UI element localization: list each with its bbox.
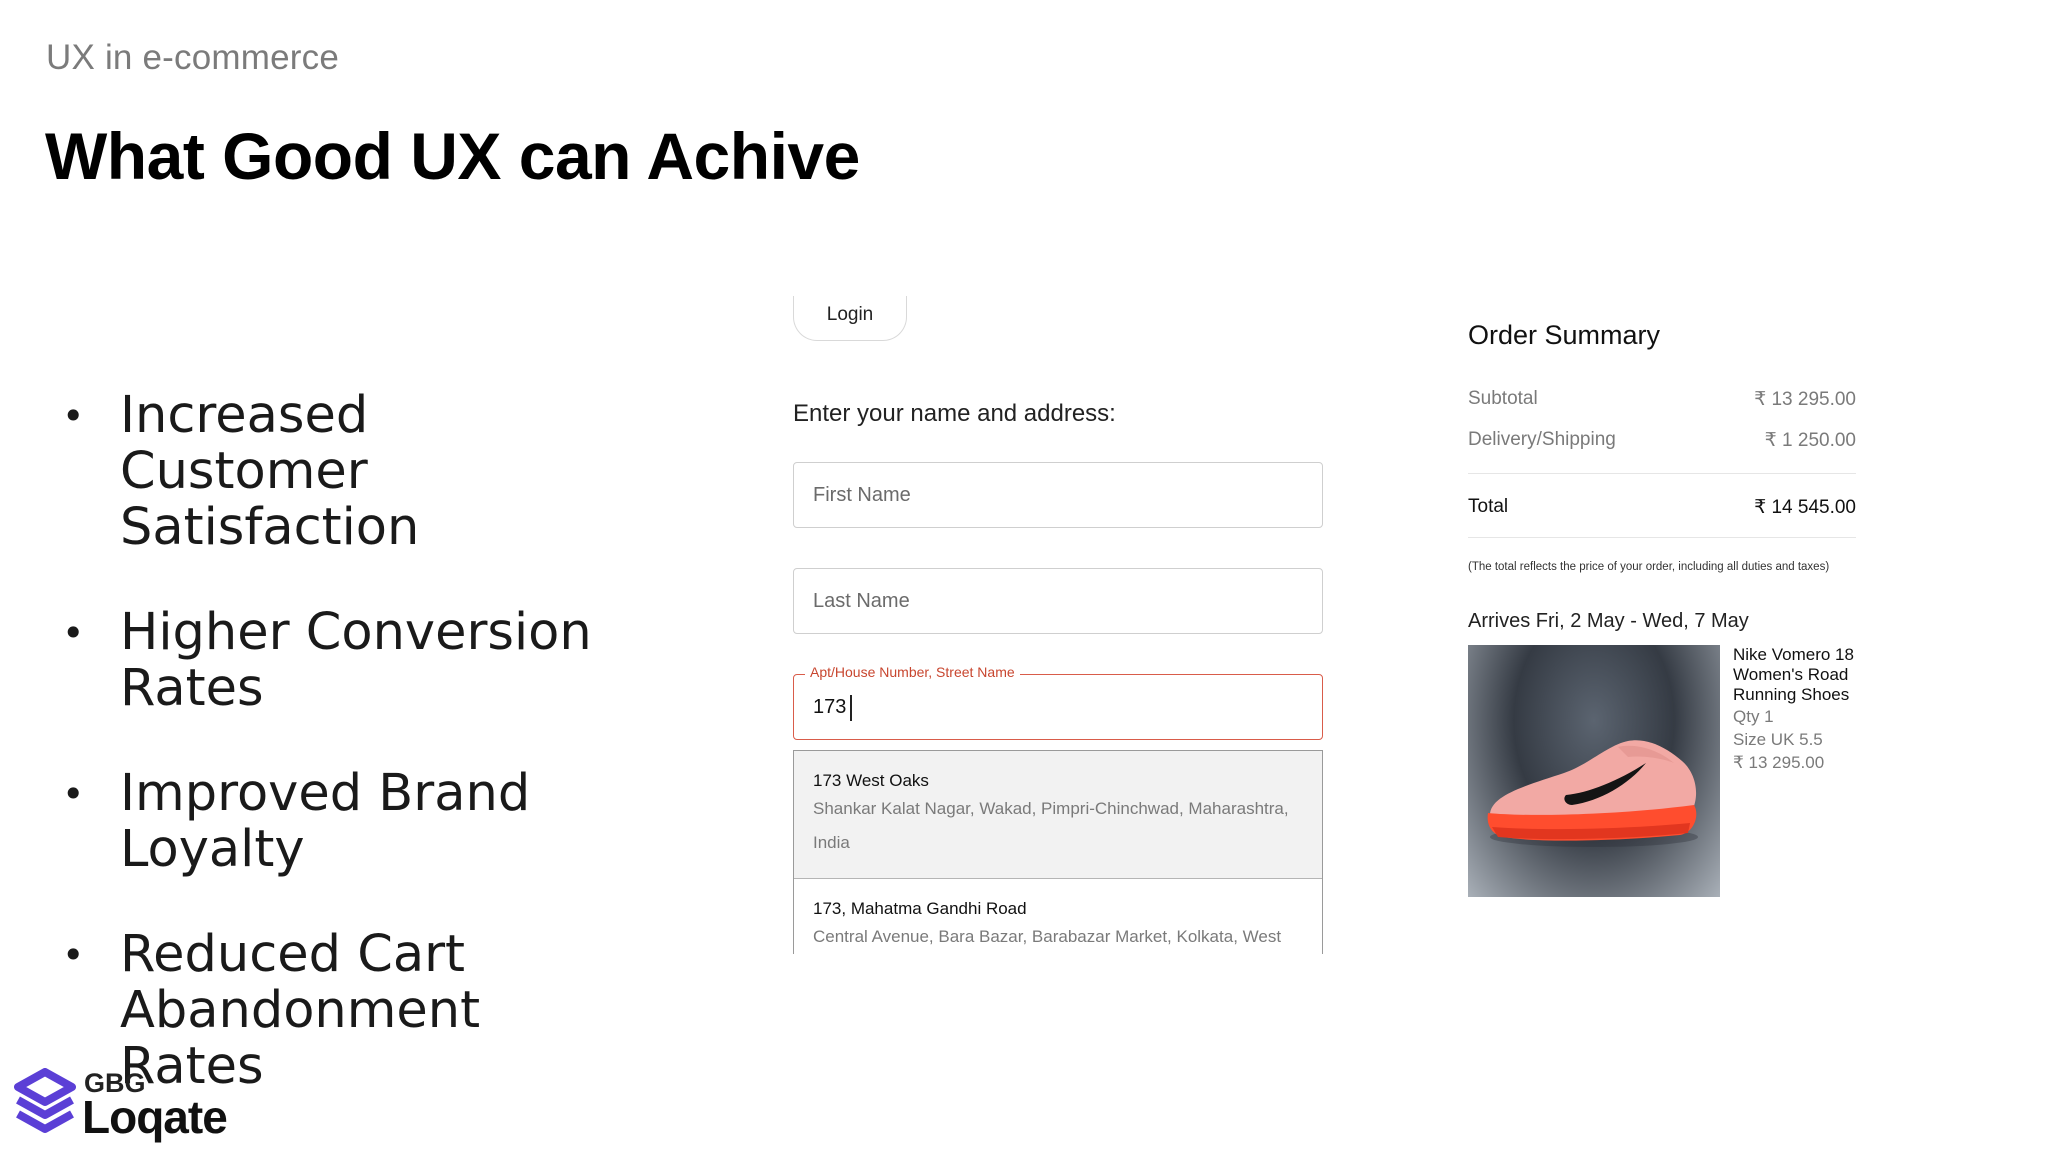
divider [1468,537,1856,538]
bullet-dot: • [62,933,85,977]
delivery-label: Delivery/Shipping [1468,429,1616,450]
bullet-dot: • [62,611,85,655]
bullet-dot: • [62,772,85,816]
delivery-value: ₹ 1 250.00 [1764,430,1856,451]
suggestion-item[interactable]: 173 West Oaks Shankar Kalat Nagar, Wakad… [794,751,1322,879]
product-image [1468,645,1720,897]
subtotal-label: Subtotal [1468,388,1538,409]
running-shoe-icon [1487,740,1698,847]
text-caret [850,694,853,721]
divider [1468,473,1856,474]
loqate-cube-icon [14,1068,76,1133]
address-field-label: Apt/House Number, Street Name [805,664,1020,680]
product-size: Size UK 5.5 [1733,730,1823,749]
product-info: Nike Vomero 18 Women's Road Running Shoe… [1733,645,1873,775]
bullet-text: Higher Conversion Rates [120,603,592,718]
suggestion-street: , Mahatma Gandhi Road [841,899,1027,918]
suggestion-number: 173 [813,899,842,918]
suggestion-title: 173, Mahatma Gandhi Road [813,898,1303,920]
address-field[interactable]: 173 [793,674,1323,740]
list-item: • Increased Customer Satisfaction [58,388,618,556]
address-value: 173 [813,696,847,718]
delivery-row: Delivery/Shipping ₹ 1 250.00 [1468,429,1856,451]
total-row: Total ₹ 14 545.00 [1468,496,1856,518]
total-note: (The total reflects the price of your or… [1468,561,1830,573]
benefits-list: • Increased Customer Satisfaction • Higher… [58,388,618,1144]
address-suggestions: 173 West Oaks Shankar Kalat Nagar, Wakad… [793,750,1323,954]
suggestion-item[interactable]: 173, Mahatma Gandhi Road Central Avenue,… [794,879,1322,954]
bullet-dot: • [62,394,85,438]
suggestion-number: 173 [813,771,842,790]
first-name-field[interactable]: First Name [793,462,1323,528]
list-item: • Improved Brand Loyalty [58,766,618,878]
suggestion-detail: Shankar Kalat Nagar, Wakad, Pimpri-Chinc… [813,799,1289,852]
subtotal-row: Subtotal ₹ 13 295.00 [1468,388,1856,410]
product-price: ₹ 13 295.00 [1733,753,1825,772]
suggestion-title: 173 West Oaks [813,770,1303,792]
suggestion-street: West Oaks [841,771,929,790]
subtotal-value: ₹ 13 295.00 [1754,389,1856,410]
list-item: • Higher Conversion Rates [58,605,618,717]
slide-subtitle: UX in e-commerce [46,38,339,77]
product-qty: Qty 1 [1733,707,1774,726]
total-label: Total [1468,496,1509,517]
logo-loqate-text: Loqate [82,1091,228,1143]
last-name-field[interactable]: Last Name [793,568,1323,634]
slide-title: What Good UX can Achive [45,119,860,193]
gbg-loqate-logo: GBG Loqate [14,1068,254,1143]
login-button[interactable]: Login [793,296,907,341]
delivery-estimate: Arrives Fri, 2 May - Wed, 7 May [1468,610,1749,632]
order-summary-title: Order Summary [1468,320,1661,350]
bullet-text: Improved Brand Loyalty [120,764,531,879]
total-value: ₹ 14 545.00 [1754,497,1856,518]
product-name: Nike Vomero 18 Women's Road Running Shoe… [1733,645,1854,704]
bullet-text: Increased Customer Satisfaction [120,386,420,557]
suggestion-detail: Central Avenue, Bara Bazar, Barabazar Ma… [813,927,1282,946]
form-heading: Enter your name and address: [793,400,1116,427]
